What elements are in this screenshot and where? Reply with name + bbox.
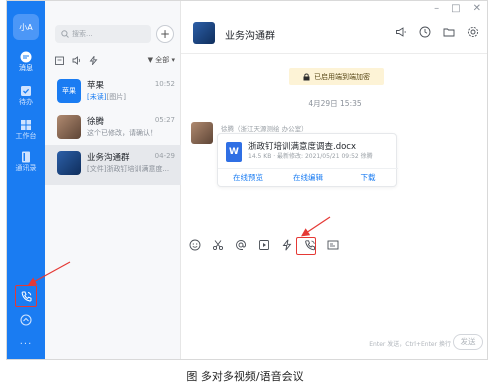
chat-header: 业务沟通群 [181,16,487,54]
app-window: 小A 消息 待办 工作台 通讯录 ··· 搜索... + ▼ 全部 ▾ 苹果 苹… [6,0,488,360]
filter-all-dropdown[interactable]: ▼ 全部 ▾ [148,55,175,65]
chat-icon [20,51,32,63]
conversation-time: 04-29 [154,152,175,160]
nav-label: 通讯录 [15,164,37,172]
file-actions: 在线预览 在线编辑 下载 [218,168,398,187]
sender-name: 徐腾（浙江天源测绘 办公室） [221,125,308,133]
conversation-list: 搜索... + ▼ 全部 ▾ 苹果 苹果 10:52 [未读][图片] 徐腾 0… [45,1,181,359]
conversation-preview: 这个已修改，请确认！ [87,129,157,137]
header-actions [395,26,479,38]
nav-item-todo[interactable]: 待办 [7,85,45,107]
chat-panel: – □ ✕ 业务沟通群 已启用端到端加密 4月29日 15:35 徐腾（浙江天源… [181,1,487,359]
search-placeholder: 搜索... [72,30,93,38]
list-item[interactable]: 业务沟通群 04-29 [文件]浙政钉培训满意度... [45,145,181,185]
emoji-icon[interactable] [189,239,201,251]
preview-online-link[interactable]: 在线预览 [218,169,278,187]
filter-bar: ▼ 全部 ▾ [55,54,175,66]
nav-item-workbench[interactable]: 工作台 [7,119,45,141]
preview-text: [图片] [106,93,126,101]
window-controls: – □ ✕ [434,3,481,14]
conversation-time: 10:52 [154,80,175,88]
avatar [57,115,81,139]
phone-call-icon [21,291,31,302]
conversation-name: 徐腾 [87,117,105,127]
call-highlight-toolbar [296,237,316,255]
nav-item-contacts[interactable]: 通讯录 [7,151,45,173]
scissors-icon[interactable] [212,239,224,251]
avatar: 苹果 [57,79,81,103]
call-highlight-rail[interactable] [15,285,37,307]
download-link[interactable]: 下载 [338,169,398,187]
user-avatar[interactable]: 小A [13,14,39,40]
conversation-time: 05:27 [154,116,175,124]
search-icon [61,30,69,38]
file-meta: 14.5 KB · 最新修改: 2021/05/21 09:52 徐腾 [248,153,373,160]
figure-caption: 图 多对多视频/语音会议 [186,370,304,383]
send-button[interactable]: 发送 [453,334,483,350]
add-button[interactable]: + [156,25,174,43]
word-file-icon: W [226,142,242,162]
nav-label: 工作台 [15,132,37,140]
message-date: 4月29日 15:35 [308,99,362,108]
mention-icon[interactable] [235,239,247,251]
list-item[interactable]: 徐腾 05:27 这个已修改，请确认！ [45,109,181,149]
nav-item-messages[interactable]: 消息 [7,51,45,73]
lock-icon [303,73,310,80]
input-hint: Enter 发送，Ctrl+Enter 换行 [369,341,451,348]
edit-online-link[interactable]: 在线编辑 [278,169,338,187]
grid-icon [21,120,31,130]
group-avatar[interactable] [193,22,215,44]
encryption-text: 已启用端到端加密 [314,72,370,81]
folder-icon[interactable] [443,26,455,38]
unread-tag: [未读] [87,93,107,101]
screen-share-icon[interactable] [327,239,339,251]
minimize-icon[interactable]: – [434,3,439,14]
cloud-button[interactable] [7,314,45,326]
nav-label: 消息 [19,64,33,72]
gear-icon[interactable] [467,26,479,38]
calendar-icon[interactable] [55,56,64,65]
conversation-name: 苹果 [87,81,105,91]
conversation-preview: [未读][图片] [87,92,175,102]
lightning-icon[interactable] [89,55,98,65]
contacts-icon [22,151,30,163]
input-toolbar [189,239,339,251]
conversation-preview: [文件]浙政钉培训满意度... [87,165,170,173]
nav-rail: 小A 消息 待办 工作台 通讯录 ··· [7,1,45,359]
avatar[interactable] [191,122,213,144]
video-icon[interactable] [258,239,270,251]
maximize-icon[interactable]: □ [451,3,460,14]
filter-all-label: 全部 [155,56,170,64]
clock-icon[interactable] [419,26,431,38]
cloud-icon [20,314,32,326]
nav-label: 待办 [19,98,33,106]
chat-title: 业务沟通群 [225,31,275,42]
file-message-card[interactable]: W 浙政钉培训满意度调查.docx 14.5 KB · 最新修改: 2021/0… [217,133,398,187]
announcement-icon[interactable] [395,26,407,38]
conversation-name: 业务沟通群 [87,153,130,163]
group-avatar [57,151,81,175]
search-input[interactable]: 搜索... [55,25,151,43]
more-icon[interactable]: ··· [7,339,45,350]
close-icon[interactable]: ✕ [473,3,481,14]
speaker-icon[interactable] [72,55,81,65]
encryption-notice: 已启用端到端加密 [289,68,384,85]
list-item[interactable]: 苹果 苹果 10:52 [未读][图片] [45,73,181,113]
check-icon [21,86,31,96]
lightning-icon[interactable] [281,239,293,251]
